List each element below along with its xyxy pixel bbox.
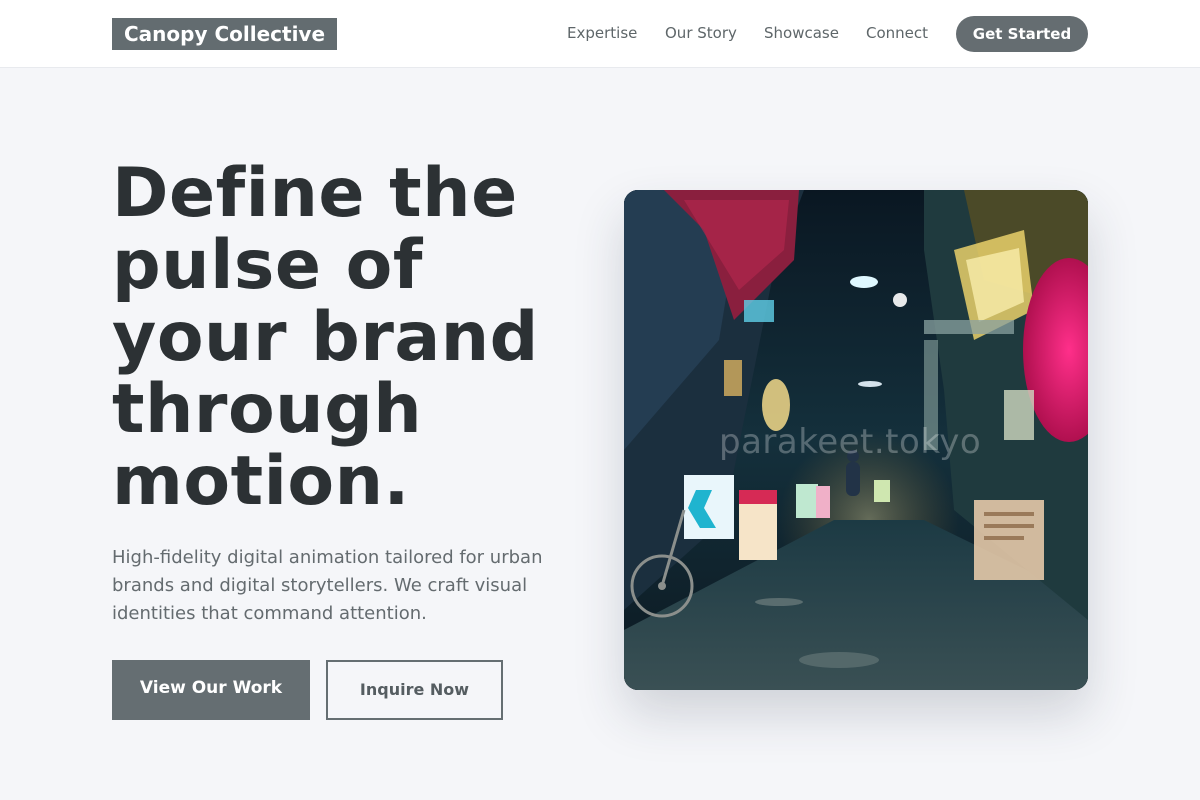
navbar: Canopy Collective Expertise Our Story Sh… xyxy=(0,0,1200,68)
inquire-now-button[interactable]: Inquire Now xyxy=(326,660,503,720)
nav-link-our-story[interactable]: Our Story xyxy=(665,0,737,68)
hero-title: Define the pulse of your brand through m… xyxy=(112,154,539,521)
nav-link-showcase[interactable]: Showcase xyxy=(764,0,839,68)
hero-image: parakeet.tokyo xyxy=(624,190,1088,690)
view-our-work-button[interactable]: View Our Work xyxy=(112,660,310,720)
nav-link-connect[interactable]: Connect xyxy=(866,0,928,68)
hero-subtitle: High-fidelity digital animation tailored… xyxy=(112,547,543,624)
get-started-button[interactable]: Get Started xyxy=(956,16,1088,52)
image-watermark: parakeet.tokyo xyxy=(719,422,982,462)
nav-link-expertise[interactable]: Expertise xyxy=(567,0,637,68)
